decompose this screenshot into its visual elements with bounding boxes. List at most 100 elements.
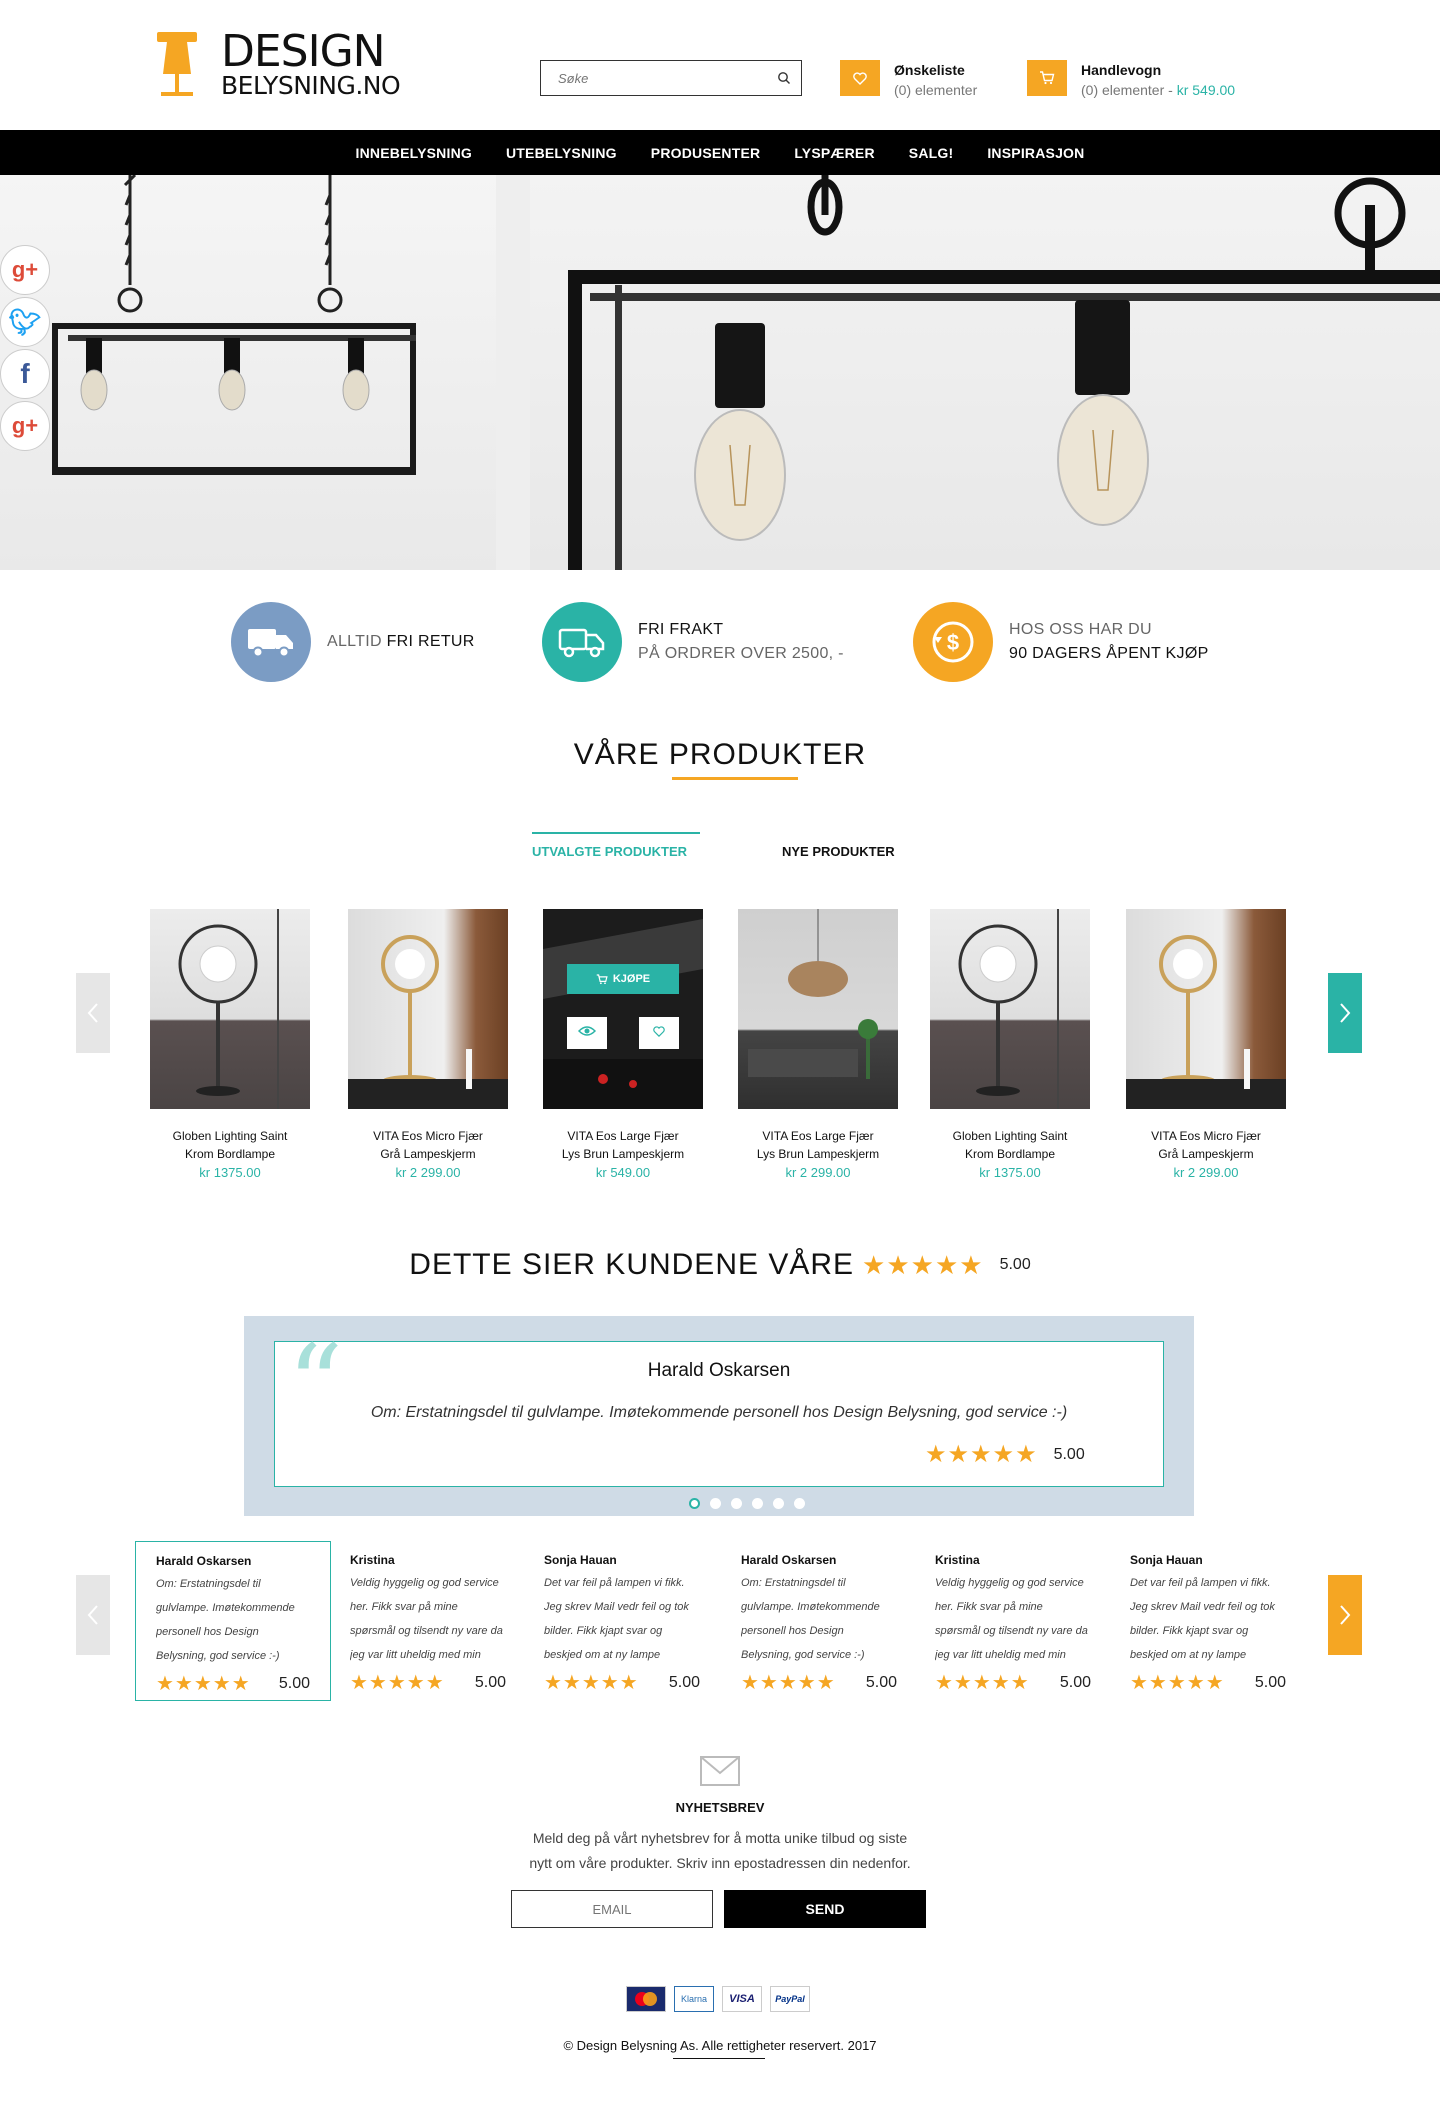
title-underline xyxy=(672,777,798,780)
review-card[interactable]: Sonja Hauan Det var feil på lampen vi fi… xyxy=(524,1541,720,1701)
mastercard-icon xyxy=(626,1986,666,2012)
social-sidebar: g+ 🐦︎ f g+ xyxy=(0,245,52,453)
tab-featured-products[interactable]: UTVALGTE PRODUKTER xyxy=(532,832,700,859)
money-back-icon: $ xyxy=(913,602,993,682)
nav-item-utebelysning[interactable]: UTEBELYSNING xyxy=(506,145,617,161)
review-card-stars: ★★★★★ xyxy=(1130,1672,1225,1694)
envelope-icon xyxy=(700,1756,740,1791)
review-card-score: 5.00 xyxy=(865,1673,897,1691)
product-image xyxy=(1126,909,1286,1109)
cart-amount: kr 549.00 xyxy=(1176,82,1236,98)
search-icon[interactable] xyxy=(767,61,801,95)
featured-review-panel: “ Harald Oskarsen Om: Erstatningsdel til… xyxy=(244,1316,1194,1516)
dot[interactable] xyxy=(710,1498,721,1509)
tab-new-products[interactable]: NYE PRODUKTER xyxy=(782,844,895,859)
feature-3-bold: 90 DAGERS ÅPENT KJØP xyxy=(1009,645,1209,662)
feature-2-light: PÅ ORDRER OVER 2500, - xyxy=(638,645,844,662)
rating-stars: ★★★★★ xyxy=(862,1249,984,1280)
feature-1-light: ALLTID xyxy=(327,633,387,650)
search-box xyxy=(540,60,802,96)
eye-icon xyxy=(577,1024,597,1042)
review-card[interactable]: Kristina Veldig hyggelig og god service … xyxy=(330,1541,526,1701)
search-input[interactable] xyxy=(541,61,767,95)
review-stars: ★★★★★ xyxy=(925,1441,1038,1468)
quick-view-button[interactable] xyxy=(567,1017,607,1049)
hero-banner[interactable] xyxy=(0,175,1440,570)
logo-text-line2: BELYSNING.NO xyxy=(221,71,401,100)
review-card[interactable]: Kristina Veldig hyggelig og god service … xyxy=(915,1541,1111,1701)
review-card-text: Det var feil på lampen vi fikk. Jeg skre… xyxy=(544,1577,689,1661)
newsletter-description: Meld deg på vårt nyhetsbrev for å motta … xyxy=(529,1830,911,1871)
nav-item-salg[interactable]: SALG! xyxy=(909,145,954,161)
copyright: © Design Belysning As. Alle rettigheter … xyxy=(563,2038,877,2053)
product-name: Globen Lighting Saint Krom Bordlampe xyxy=(172,1129,288,1161)
review-card-active[interactable]: Harald Oskarsen Om: Erstatningsdel til g… xyxy=(135,1541,331,1701)
google-plus-icon-2[interactable]: g+ xyxy=(0,401,50,451)
products-next-arrow[interactable] xyxy=(1328,973,1362,1053)
review-card-author: Kristina xyxy=(350,1553,395,1567)
add-to-wishlist-button[interactable] xyxy=(639,1017,679,1049)
review-card-text: Veldig hyggelig og god service her. Fikk… xyxy=(935,1577,1088,1661)
reviews-next-arrow[interactable] xyxy=(1328,1575,1362,1655)
dot[interactable] xyxy=(773,1498,784,1509)
footer-divider xyxy=(673,2058,765,2059)
product-image: KJØPE xyxy=(543,909,703,1109)
featured-review: “ Harald Oskarsen Om: Erstatningsdel til… xyxy=(274,1330,1164,1487)
google-plus-icon[interactable]: g+ xyxy=(0,245,50,295)
review-card-score: 5.00 xyxy=(1254,1673,1286,1691)
dot[interactable] xyxy=(731,1498,742,1509)
reviews-prev-arrow[interactable] xyxy=(76,1575,110,1655)
nav-item-inspirasjon[interactable]: INSPIRASJON xyxy=(987,145,1084,161)
product-card[interactable]: VITA Eos Large Fjær Lys Brun Lampeskjerm … xyxy=(733,909,903,1183)
dot[interactable] xyxy=(752,1498,763,1509)
product-price: kr 1375.00 xyxy=(979,1165,1041,1180)
nav-item-innebelysning[interactable]: INNEBELYSNING xyxy=(356,145,472,161)
product-card[interactable]: Globen Lighting Saint Krom Bordlampe kr 1… xyxy=(145,909,315,1183)
send-button[interactable]: SEND xyxy=(724,1890,926,1928)
dot[interactable] xyxy=(794,1498,805,1509)
wishlist-count: (0) elementer xyxy=(894,82,978,98)
product-name: VITA Eos Micro Fjær Grå Lampeskjerm xyxy=(1151,1129,1261,1161)
dot-active[interactable] xyxy=(689,1498,700,1509)
product-card[interactable]: VITA Eos Micro Fjær Grå Lampeskjerm kr 2 … xyxy=(343,909,513,1183)
heart-icon xyxy=(653,1024,665,1042)
heart-icon xyxy=(840,60,880,96)
product-name: VITA Eos Large Fjær Lys Brun Lampeskjerm xyxy=(756,1129,880,1161)
review-card[interactable]: Harald Oskarsen Om: Erstatningsdel til g… xyxy=(721,1541,917,1701)
nav-item-produsenter[interactable]: PRODUSENTER xyxy=(651,145,761,161)
product-price: kr 2 299.00 xyxy=(395,1165,461,1180)
product-card-hovered[interactable]: KJØPE VITA Eos Large Fjær Lys Brun Lampes… xyxy=(538,909,708,1183)
review-card[interactable]: Sonja Hauan Det var feil på lampen vi fi… xyxy=(1110,1541,1306,1701)
review-card-text: Om: Erstatningsdel til gulvlampe. Imøtek… xyxy=(741,1577,880,1661)
review-card-stars: ★★★★★ xyxy=(935,1672,1030,1694)
review-card-score: 5.00 xyxy=(474,1673,506,1691)
cart-title: Handlevogn xyxy=(1081,62,1162,78)
product-card[interactable]: VITA Eos Micro Fjær Grå Lampeskjerm kr 2 … xyxy=(1121,909,1291,1183)
review-card-text: Veldig hyggelig og god service her. Fikk… xyxy=(350,1577,503,1661)
main-nav: INNEBELYSNING UTEBELYSNING PRODUSENTER L… xyxy=(0,130,1440,175)
buy-button[interactable]: KJØPE xyxy=(567,964,679,994)
newsletter-title: NYHETSBREV xyxy=(675,1800,765,1815)
review-card-author: Sonja Hauan xyxy=(544,1553,617,1567)
product-card[interactable]: Globen Lighting Saint Krom Bordlampe kr 1… xyxy=(925,909,1095,1183)
twitter-icon[interactable]: 🐦︎ xyxy=(0,297,50,347)
quote-icon: “ xyxy=(287,1321,344,1449)
product-price: kr 549.00 xyxy=(595,1165,651,1180)
wishlist-button[interactable]: Ønskeliste (0) elementer xyxy=(840,60,977,98)
facebook-icon[interactable]: f xyxy=(0,349,50,399)
review-author: Harald Oskarsen xyxy=(647,1360,791,1381)
review-card-stars: ★★★★★ xyxy=(350,1672,445,1694)
products-prev-arrow[interactable] xyxy=(76,973,110,1053)
nav-item-lyspaerer[interactable]: LYSPÆRER xyxy=(794,145,874,161)
delivery-truck-icon xyxy=(542,602,622,682)
review-card-score: 5.00 xyxy=(1059,1673,1091,1691)
email-input[interactable] xyxy=(511,1890,713,1928)
product-price: kr 2 299.00 xyxy=(1173,1165,1239,1180)
review-card-author: Harald Oskarsen xyxy=(156,1554,252,1568)
product-image xyxy=(348,909,508,1109)
rating-score: 5.00 xyxy=(999,1256,1031,1273)
review-card-stars: ★★★★★ xyxy=(741,1672,836,1694)
cart-button[interactable]: Handlevogn (0) elementer - kr 549.00 xyxy=(1027,60,1236,98)
site-logo[interactable]: DESIGN BELYSNING.NO xyxy=(155,28,401,100)
product-image xyxy=(150,909,310,1109)
